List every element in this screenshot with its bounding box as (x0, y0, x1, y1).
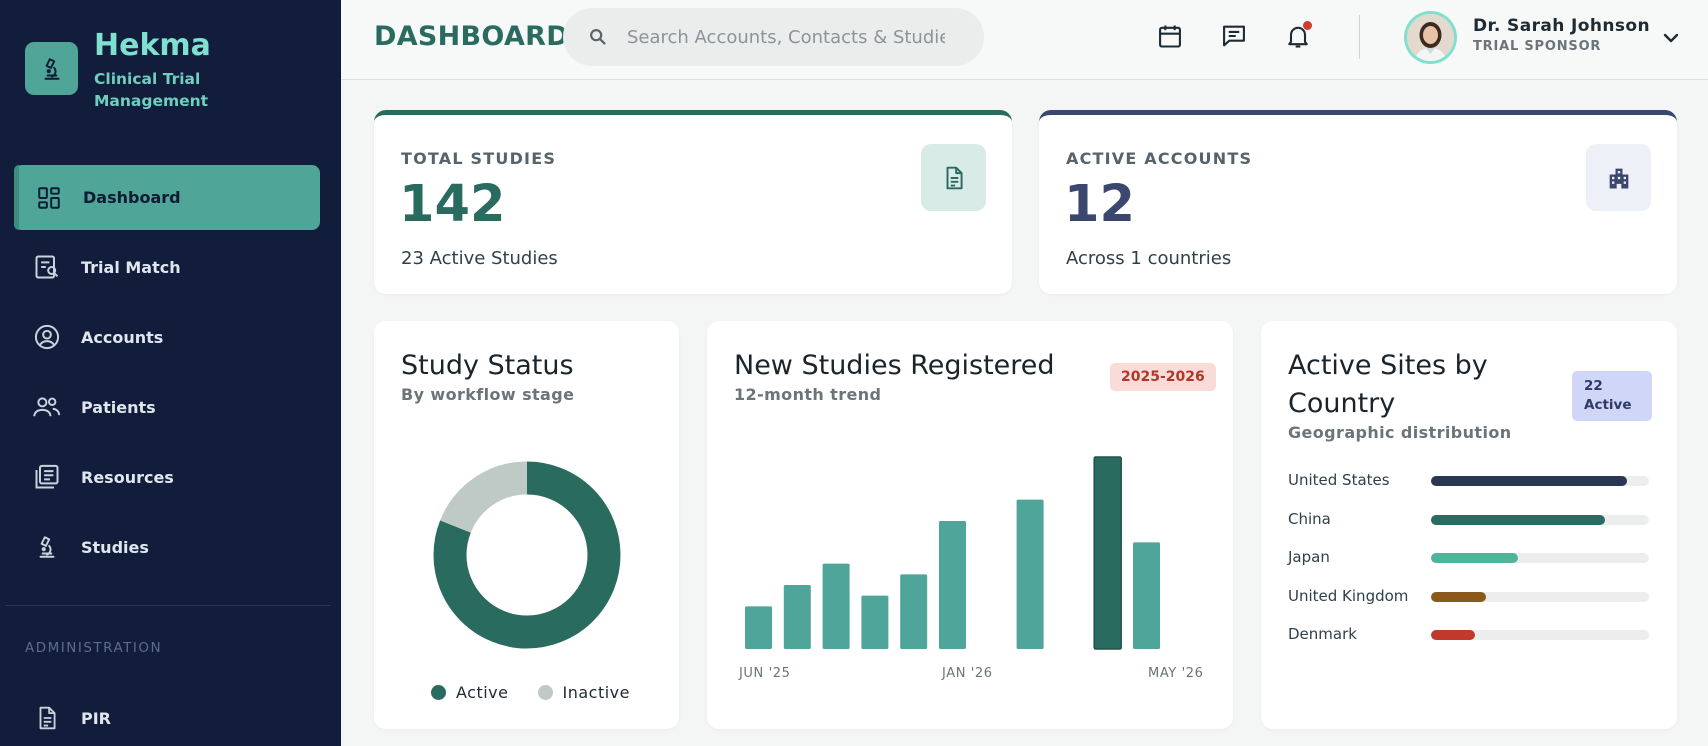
x-tick-label: MAY '26 (1148, 666, 1204, 681)
new-studies-card: New Studies Registered 12-month trend 20… (707, 321, 1233, 729)
bar-nov-25 (939, 521, 966, 649)
bar-jun-25 (745, 606, 772, 649)
country-bar-track (1431, 591, 1649, 602)
country-bar-fill (1431, 630, 1475, 640)
calendar-icon[interactable] (1154, 20, 1186, 52)
library-icon (32, 462, 62, 492)
user-name: Dr. Sarah Johnson (1473, 16, 1650, 36)
country-name: United Kingdom (1288, 586, 1409, 605)
topbar: DASHBOARD Dr. Sarah Johnson TRIAL SPONSO… (341, 0, 1708, 80)
legend-label-active: Active (456, 683, 509, 702)
brand-subtitle: Clinical Trial Management (94, 70, 209, 110)
sidebar-item-label: Dashboard (83, 188, 181, 207)
country-name: China (1288, 509, 1331, 528)
brand[interactable]: Hekma Clinical Trial Management (25, 28, 224, 112)
brand-name: Hekma (94, 28, 211, 63)
country-row: China (1288, 510, 1652, 530)
country-bar-fill (1431, 476, 1628, 486)
country-bar-fill (1431, 591, 1486, 602)
admin-section-label: ADMINISTRATION (25, 640, 163, 656)
topbar-separator (1359, 15, 1360, 59)
kpi-label: ACTIVE ACCOUNTS (1066, 149, 1253, 168)
microscope-logo-icon (25, 42, 78, 95)
bar-aug-25 (822, 563, 850, 649)
avatar[interactable] (1404, 11, 1457, 64)
bar-mar-26 (1093, 456, 1122, 650)
document-icon (921, 144, 986, 211)
bar-oct-25 (900, 574, 928, 649)
sidebar-nav: Dashboard Trial Match Accounts Patients … (14, 165, 320, 585)
active-sites-card: Active Sites by Country Geographic distr… (1261, 321, 1677, 729)
sidebar-item-trial-match[interactable]: Trial Match (14, 235, 320, 299)
page-title: DASHBOARD (374, 21, 569, 52)
search-bar[interactable] (563, 8, 984, 66)
country-name: Denmark (1288, 625, 1357, 643)
sidebar-item-label: PIR (81, 708, 111, 728)
country-bar-track (1431, 553, 1649, 563)
sidebar-divider (5, 605, 331, 606)
sidebar-item-label: Patients (81, 397, 156, 417)
sidebar-item-label: Resources (81, 467, 174, 487)
building-icon (1586, 144, 1651, 211)
country-bar-fill (1431, 514, 1606, 525)
country-row: United Kingdom (1288, 587, 1652, 607)
kpi-value: 142 (399, 175, 506, 234)
chevron-down-icon[interactable] (1659, 26, 1683, 50)
sidebar-item-resources[interactable]: Resources (14, 445, 320, 509)
panel-subtitle: Geographic distribution (1288, 423, 1512, 442)
x-tick-label: JUN '25 (739, 666, 791, 681)
trial-match-icon (32, 252, 62, 282)
total-studies-card: TOTAL STUDIES 142 23 Active Studies (374, 110, 1012, 294)
bar-jan-26 (1016, 499, 1044, 649)
microscope-icon (32, 532, 62, 562)
chart-legend: Active Inactive (431, 683, 630, 702)
sidebar-item-accounts[interactable]: Accounts (14, 305, 320, 369)
account-circle-icon (32, 322, 62, 352)
country-bar-track (1431, 476, 1649, 486)
sidebar-item-label: Studies (81, 537, 149, 557)
active-accounts-card: ACTIVE ACCOUNTS 12 Across 1 countries (1039, 110, 1677, 294)
active-sites-badge: 22 Active (1572, 371, 1652, 421)
kpi-subtext: Across 1 countries (1066, 248, 1232, 269)
search-input[interactable] (627, 26, 945, 48)
sidebar-item-pir[interactable]: PIR (14, 686, 320, 746)
sidebar-item-label: Accounts (81, 327, 164, 347)
dashboard-icon (34, 183, 64, 213)
bar-apr-26 (1133, 542, 1160, 649)
country-row: Denmark (1288, 625, 1652, 645)
country-name: Japan (1288, 548, 1330, 566)
legend-swatch-active (431, 685, 446, 700)
patients-icon (32, 392, 62, 422)
country-name: United States (1288, 471, 1390, 489)
user-role: TRIAL SPONSOR (1473, 39, 1602, 54)
study-status-donut (433, 461, 621, 649)
x-tick-label: JAN '26 (942, 666, 993, 681)
bar-sep-25 (861, 595, 889, 649)
kpi-value: 12 (1064, 175, 1135, 234)
document-icon (32, 703, 62, 733)
country-bar-track (1431, 514, 1649, 525)
legend-swatch-inactive (537, 685, 553, 700)
sidebar: Hekma Clinical Trial Management Dashboar… (0, 0, 341, 746)
sidebar-item-studies[interactable]: Studies (14, 515, 320, 579)
notification-dot (1303, 21, 1312, 30)
study-status-card: Study Status By workflow stage Active In… (374, 321, 679, 729)
sidebar-item-label: Trial Match (81, 257, 181, 277)
country-row: Japan (1288, 548, 1652, 568)
bar-jul-25 (783, 585, 811, 649)
sidebar-item-dashboard[interactable]: Dashboard (14, 165, 320, 230)
panel-title: Active Sites by Country (1288, 350, 1488, 419)
country-bar-track (1431, 630, 1649, 640)
country-bar-fill (1431, 553, 1519, 563)
country-row: United States (1288, 471, 1652, 491)
notification-bell-icon[interactable] (1282, 20, 1314, 52)
search-icon (590, 29, 606, 45)
sidebar-item-patients[interactable]: Patients (14, 375, 320, 439)
legend-label-inactive: Inactive (562, 683, 630, 702)
message-icon[interactable] (1218, 20, 1250, 52)
kpi-label: TOTAL STUDIES (401, 149, 557, 168)
kpi-subtext: 23 Active Studies (401, 248, 558, 269)
